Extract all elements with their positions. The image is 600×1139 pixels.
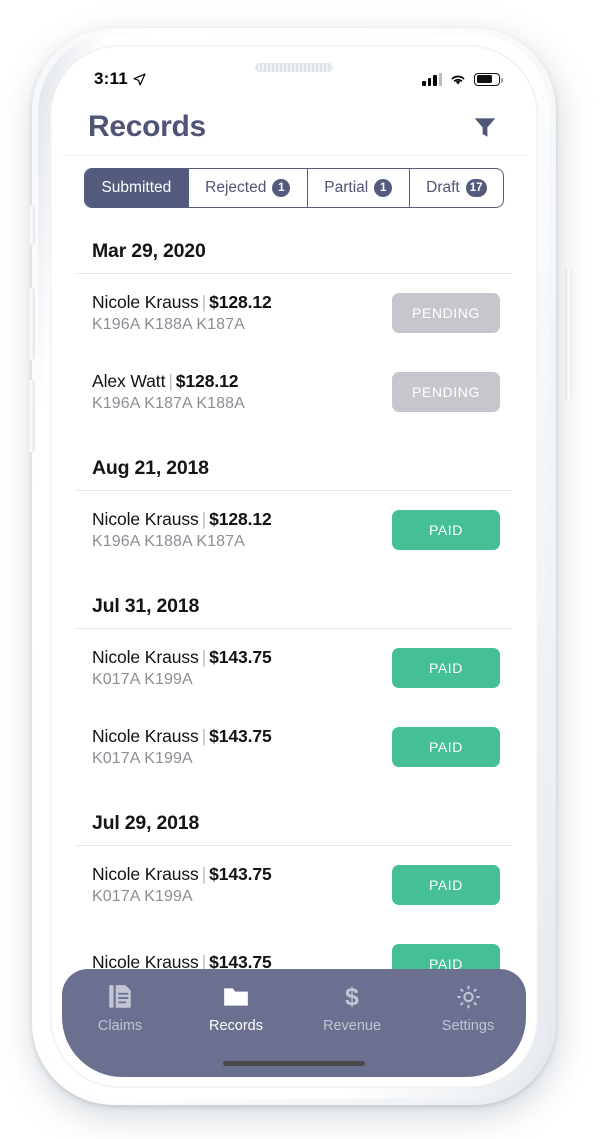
record-patient-name: Nicole Krauss xyxy=(92,509,199,529)
record-amount: $143.75 xyxy=(209,726,272,746)
record-billing-codes: K196A K188A K187A xyxy=(92,533,245,550)
record-details: Nicole Krauss | $143.75 K017A K199A xyxy=(92,726,272,768)
segment-draft-label: Draft xyxy=(426,179,460,196)
status-icons-group xyxy=(422,72,503,86)
document-icon xyxy=(109,985,131,1008)
record-title-line: Nicole Krauss | $143.75 xyxy=(92,726,272,747)
phone-screen: 3:11 Records Submitted Rejected 1 Partia… xyxy=(62,56,526,1077)
record-row[interactable]: Alex Watt | $128.12 K196A K187A K188A PENDIN… xyxy=(62,353,526,431)
record-status-badge[interactable]: PAID xyxy=(392,865,500,905)
record-separator: | xyxy=(201,292,207,312)
tab-settings-label: Settings xyxy=(441,1018,495,1034)
record-patient-name: Nicole Krauss xyxy=(92,864,199,884)
segment-submitted-label: Submitted xyxy=(101,179,172,196)
wifi-icon xyxy=(451,75,465,84)
record-row[interactable]: Nicole Krauss | $143.75 K017A K199A PAID xyxy=(62,708,526,786)
segment-draft-badge: 17 xyxy=(465,179,487,197)
record-patient-name: Nicole Krauss xyxy=(92,647,199,667)
segment-partial[interactable]: Partial 1 xyxy=(308,169,410,207)
record-billing-codes: K017A K199A xyxy=(92,888,193,905)
record-billing-codes: K017A K199A xyxy=(92,671,193,688)
record-title-line: Nicole Krauss | $128.12 xyxy=(92,509,272,530)
segment-partial-badge: 1 xyxy=(374,179,393,197)
page-title: Records xyxy=(88,109,206,143)
record-status-badge[interactable]: PENDING xyxy=(392,293,500,333)
date-section-header: Mar 29, 2020 xyxy=(92,240,206,262)
date-section-header: Aug 21, 2018 xyxy=(92,457,209,479)
svg-text:$: $ xyxy=(345,983,359,1011)
record-amount: $128.12 xyxy=(175,371,239,391)
record-billing-codes: K196A K188A K187A xyxy=(92,316,245,333)
record-separator: | xyxy=(201,509,207,529)
record-billing-codes: K017A K199A xyxy=(92,750,193,767)
record-separator: | xyxy=(201,864,207,884)
record-patient-name: Nicole Krauss xyxy=(92,726,199,746)
tab-records[interactable]: Records xyxy=(178,983,294,1034)
record-title-line: Nicole Krauss | $143.75 xyxy=(92,864,272,885)
status-time: 3:11 xyxy=(94,69,128,88)
volume-down-button[interactable] xyxy=(28,380,35,452)
phone-mockup-stage: 3:11 Records Submitted Rejected 1 Partia… xyxy=(0,0,600,1139)
home-indicator[interactable] xyxy=(223,1061,365,1066)
date-section-header: Jul 29, 2018 xyxy=(92,812,200,834)
record-amount: $128.12 xyxy=(209,292,272,312)
record-status-badge[interactable]: PAID xyxy=(392,648,500,688)
record-status-badge[interactable]: PAID xyxy=(392,727,500,767)
record-amount: $143.75 xyxy=(209,647,272,667)
record-separator: | xyxy=(201,647,207,667)
record-billing-codes: K196A K187A K188A xyxy=(92,395,245,412)
power-button[interactable] xyxy=(565,268,572,400)
records-list[interactable]: Mar 29, 2020 Nicole Krauss | $128.12 K196A K… xyxy=(62,214,526,1077)
segment-rejected-label: Rejected xyxy=(205,179,267,196)
tab-claims[interactable]: Claims xyxy=(62,983,178,1034)
gear-icon xyxy=(456,985,480,1009)
volume-up-button[interactable] xyxy=(28,288,35,360)
record-details: Alex Watt | $128.12 K196A K187A K188A xyxy=(92,371,245,413)
location-arrow-icon xyxy=(133,72,146,86)
record-amount: $143.75 xyxy=(209,864,272,884)
segment-submitted[interactable]: Submitted xyxy=(85,169,189,207)
record-patient-name: Nicole Krauss xyxy=(92,292,199,312)
filter-funnel-icon[interactable] xyxy=(472,114,498,140)
record-title-line: Nicole Krauss | $143.75 xyxy=(92,647,272,668)
bottom-tab-bar: Claims Records $ Revenue Settings xyxy=(62,969,526,1077)
speaker-grille-icon xyxy=(255,63,333,72)
tab-revenue[interactable]: $ Revenue xyxy=(294,983,410,1034)
record-details: Nicole Krauss | $128.12 K196A K188A K187A xyxy=(92,509,272,551)
tab-records-label: Records xyxy=(209,1018,263,1034)
app-header: Records xyxy=(62,98,526,156)
segmented-control: Submitted Rejected 1 Partial 1 Draft 17 xyxy=(84,168,504,208)
record-amount: $128.12 xyxy=(209,509,272,529)
segment-draft[interactable]: Draft 17 xyxy=(410,169,503,207)
record-separator: | xyxy=(168,371,173,391)
segment-partial-label: Partial xyxy=(324,179,369,196)
record-row[interactable]: Nicole Krauss | $128.12 K196A K188A K187A PA… xyxy=(62,491,526,569)
record-row[interactable]: Nicole Krauss | $143.75 K017A K199A PAID xyxy=(62,846,526,924)
record-status-badge[interactable]: PENDING xyxy=(392,372,500,412)
segment-rejected[interactable]: Rejected 1 xyxy=(189,169,308,207)
dollar-icon: $ xyxy=(345,983,359,1011)
record-details: Nicole Krauss | $143.75 K017A K199A xyxy=(92,864,272,906)
segment-rejected-badge: 1 xyxy=(272,179,291,197)
battery-icon xyxy=(474,72,503,86)
status-time-group: 3:11 xyxy=(94,69,146,89)
folder-icon xyxy=(224,988,248,1006)
record-title-line: Alex Watt | $128.12 xyxy=(92,371,245,392)
record-title-line: Nicole Krauss | $128.12 xyxy=(92,292,272,313)
record-patient-name: Alex Watt xyxy=(92,371,166,391)
cellular-signal-icon xyxy=(422,72,442,86)
date-section-header: Jul 31, 2018 xyxy=(92,595,200,617)
record-status-badge[interactable]: PAID xyxy=(392,510,500,550)
tab-settings[interactable]: Settings xyxy=(410,983,526,1034)
record-row[interactable]: Nicole Krauss | $128.12 K196A K188A K187A PE… xyxy=(62,274,526,352)
tab-claims-label: Claims xyxy=(97,1018,143,1034)
record-separator: | xyxy=(201,726,207,746)
silent-switch-button[interactable] xyxy=(29,205,35,245)
record-details: Nicole Krauss | $128.12 K196A K188A K187A xyxy=(92,292,272,334)
tab-revenue-label: Revenue xyxy=(322,1018,382,1034)
status-filter-tabs: Submitted Rejected 1 Partial 1 Draft 17 xyxy=(62,168,526,208)
record-row[interactable]: Nicole Krauss | $143.75 K017A K199A PAID xyxy=(62,629,526,707)
record-details: Nicole Krauss | $143.75 K017A K199A xyxy=(92,647,272,689)
